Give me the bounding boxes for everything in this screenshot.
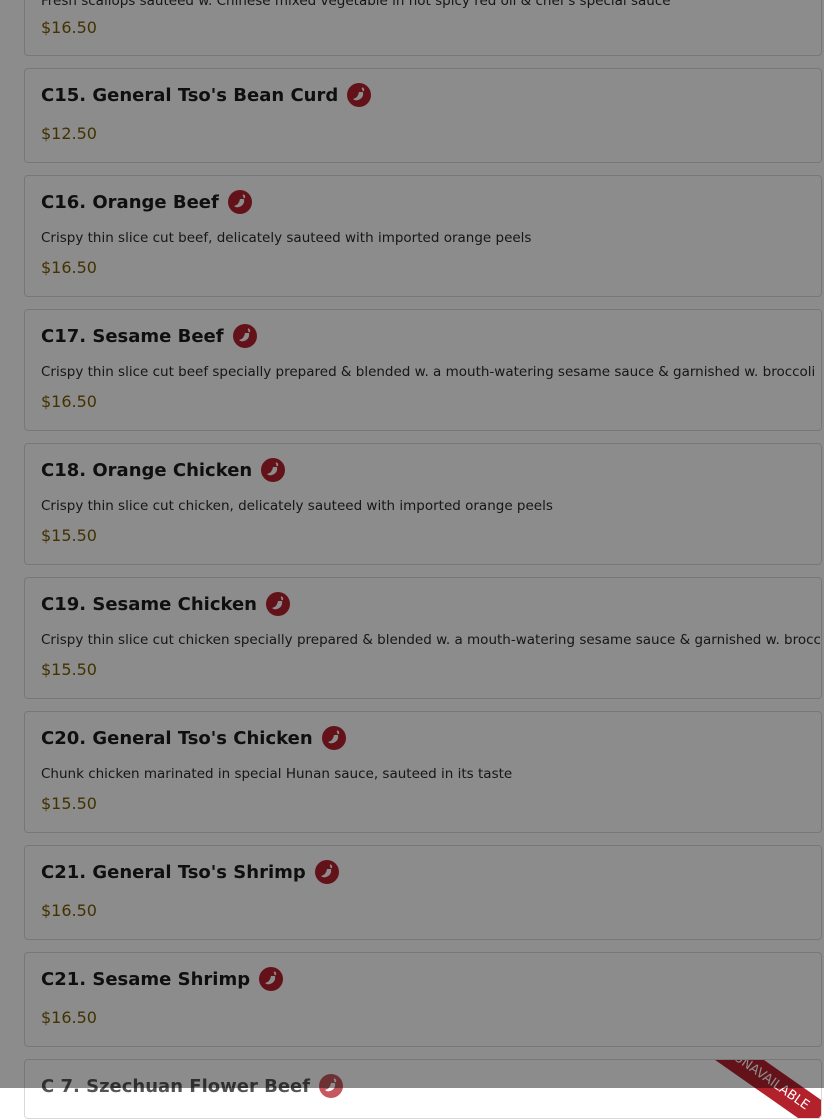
item-title: C17. Sesame Beef bbox=[41, 325, 224, 347]
item-description: Fresh scallops sauteed w. Chinese mixed … bbox=[41, 0, 671, 9]
item-price: $15.50 bbox=[41, 526, 97, 545]
item-title: C21. Sesame Shrimp bbox=[41, 968, 251, 990]
chili-pepper-icon bbox=[227, 190, 252, 214]
item-description: Chunk chicken marinated in special Hunan… bbox=[41, 766, 513, 782]
item-description: Crispy thin slice cut chicken, delicatel… bbox=[41, 498, 553, 514]
chili-pepper-icon bbox=[232, 324, 257, 348]
item-title: C15. General Tso's Bean Curd bbox=[41, 84, 339, 106]
item-price: $16.50 bbox=[41, 392, 97, 411]
menu-item-card[interactable]: C21. Sesame Shrimp $16.50 bbox=[24, 952, 822, 1047]
item-title: C19. Sesame Chicken bbox=[41, 593, 257, 615]
item-description: Crispy thin slice cut beef specially pre… bbox=[41, 364, 816, 380]
menu-item-card[interactable]: C16. Orange Beef Crispy thin slice cut b… bbox=[24, 175, 822, 297]
item-price: $15.50 bbox=[41, 794, 97, 813]
item-title: C 7. Szechuan Flower Beef bbox=[41, 1075, 311, 1097]
chili-pepper-icon bbox=[259, 967, 284, 991]
item-price: $16.50 bbox=[41, 258, 97, 277]
item-description: Crispy thin slice cut chicken specially … bbox=[41, 632, 822, 648]
menu-item-card[interactable]: Fresh scallops sauteed w. Chinese mixed … bbox=[24, 0, 822, 56]
item-title: C16. Orange Beef bbox=[41, 191, 219, 213]
menu-item-card[interactable]: C15. General Tso's Bean Curd $12.50 bbox=[24, 68, 822, 163]
chili-pepper-icon bbox=[319, 1074, 344, 1098]
unavailable-ribbon: UNAVAILABLE bbox=[713, 1060, 821, 1118]
menu-item-card[interactable]: C21. General Tso's Shrimp $16.50 bbox=[24, 845, 822, 940]
item-title: C20. General Tso's Chicken bbox=[41, 727, 313, 749]
item-description: Crispy thin slice cut beef, delicately s… bbox=[41, 230, 532, 246]
item-price: $15.50 bbox=[41, 660, 97, 679]
item-title: C21. General Tso's Shrimp bbox=[41, 861, 306, 883]
chili-pepper-icon bbox=[314, 860, 339, 884]
item-price: $16.50 bbox=[41, 901, 97, 920]
menu-item-card[interactable]: C18. Orange Chicken Crispy thin slice cu… bbox=[24, 443, 822, 565]
menu-item-card[interactable]: C17. Sesame Beef Crispy thin slice cut b… bbox=[24, 309, 822, 431]
chili-pepper-icon bbox=[261, 458, 286, 482]
item-title: C18. Orange Chicken bbox=[41, 459, 253, 481]
item-price: $12.50 bbox=[41, 124, 97, 143]
menu-item-card[interactable]: C20. General Tso's Chicken Chunk chicken… bbox=[24, 711, 822, 833]
item-price: $16.50 bbox=[41, 18, 97, 37]
chili-pepper-icon bbox=[347, 83, 372, 107]
chili-pepper-icon bbox=[266, 592, 290, 616]
item-price: $16.50 bbox=[41, 1008, 97, 1027]
menu-item-card-unavailable[interactable]: C 7. Szechuan Flower Beef UNAVAILABLE bbox=[24, 1059, 822, 1119]
menu-item-card[interactable]: C19. Sesame Chicken Crispy thin slice cu… bbox=[24, 577, 822, 699]
chili-pepper-icon bbox=[321, 726, 346, 750]
